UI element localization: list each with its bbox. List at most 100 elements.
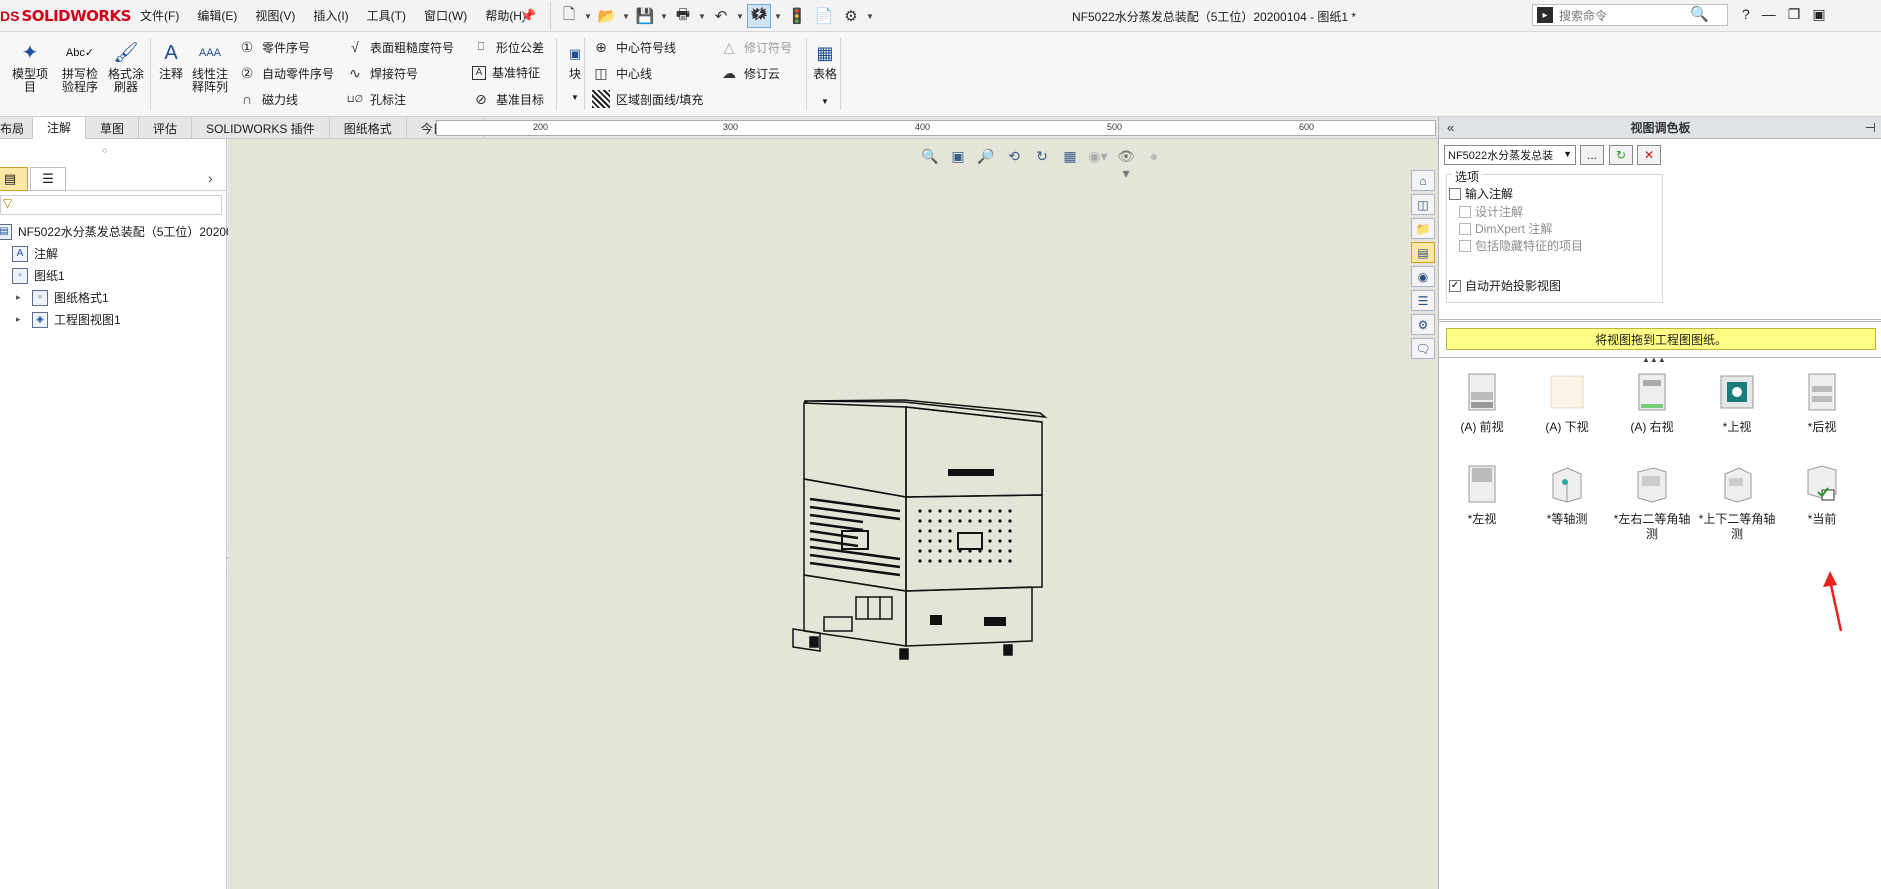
search-icon[interactable]: 🔍 <box>1690 5 1709 23</box>
tab-sheet-format[interactable]: 图纸格式 <box>330 117 407 139</box>
view-palette-icon[interactable]: ▤ <box>1411 242 1435 263</box>
balloon-button[interactable]: ① 零件序号 <box>238 38 310 56</box>
linear-note-pattern-button[interactable]: AAA 线性注 释阵列 <box>192 40 228 94</box>
tree-item-annotations[interactable]: A 注解 <box>12 245 58 262</box>
menu-file[interactable]: 文件(F) <box>140 7 179 24</box>
dimxpert-annotations-checkbox[interactable]: DimXpert 注解 <box>1459 220 1552 237</box>
model-select[interactable]: NF5022水分蒸发总装 ▼ <box>1444 145 1576 165</box>
home-icon[interactable]: ⌂ <box>1411 170 1435 191</box>
view-back[interactable]: *后视 <box>1779 370 1865 435</box>
chevron-down-icon[interactable]: ▼ <box>584 12 592 21</box>
resize-grip-icon[interactable]: ▲▲▲ <box>1642 355 1666 364</box>
tree-filter-input[interactable]: ▽ <box>0 195 222 215</box>
spell-check-button[interactable]: Abc✓ 拼写检 验程序 <box>62 40 98 94</box>
tab-layout[interactable]: 布局 <box>0 117 34 139</box>
expand-arrow-icon[interactable]: ▸ <box>16 314 26 325</box>
view-top[interactable]: *上视 <box>1694 370 1780 435</box>
tree-root[interactable]: ▤ NF5022水分蒸发总装配（5工位）20200 <box>0 223 233 240</box>
center-mark-button[interactable]: ⊕ 中心符号线 <box>592 38 676 56</box>
zoom-to-area-icon[interactable]: ▣ <box>948 148 968 182</box>
redraw-icon[interactable]: ↻ <box>1032 148 1052 182</box>
table-button[interactable]: ▦ 表格 ▼ <box>812 40 838 108</box>
chevron-down-icon[interactable]: ▼ <box>571 91 579 104</box>
menu-window[interactable]: 窗口(W) <box>424 7 467 24</box>
zoom-to-fit-icon[interactable]: 🔍 <box>920 148 940 182</box>
expand-arrow-icon[interactable]: ▸ <box>16 292 26 303</box>
machine-assembly-drawing[interactable] <box>228 139 1438 889</box>
search-commands-input[interactable]: ▸ 搜索命令 🔍 <box>1532 4 1728 26</box>
solidworks-forum-icon[interactable]: ⚙ <box>1411 314 1435 335</box>
chevron-down-icon[interactable]: ▼ <box>774 12 782 21</box>
menu-insert[interactable]: 插入(I) <box>313 7 348 24</box>
hidden-features-checkbox[interactable]: 包括隐藏特征的项目 <box>1459 237 1583 254</box>
datum-target-button[interactable]: ⊘ 基准目标 <box>472 90 544 108</box>
centerline-button[interactable]: ◫ 中心线 <box>592 64 652 82</box>
solidworks-logo[interactable]: DS SOLIDWORKS <box>0 4 131 28</box>
scene-icon[interactable]: ● <box>1144 148 1164 182</box>
file-explorer-icon[interactable]: 📁 <box>1411 218 1435 239</box>
3d-view-icon[interactable]: ▦ <box>1060 148 1080 182</box>
view-bottom[interactable]: (A) 下视 <box>1524 370 1610 435</box>
chevron-down-icon[interactable]: ▼ <box>622 12 630 21</box>
clear-all-icon[interactable]: ✕ <box>1637 145 1661 165</box>
geometric-tolerance-button[interactable]: ⎕ 形位公差 <box>472 38 544 56</box>
auto-balloon-button[interactable]: ② 自动零件序号 <box>238 64 334 82</box>
chat-icon[interactable]: 🗨 <box>1411 338 1435 359</box>
gear-icon[interactable]: ⚙ <box>839 4 863 28</box>
revision-cloud-button[interactable]: ☁ 修订云 <box>720 64 780 82</box>
minimize-icon[interactable]: — <box>1762 6 1776 23</box>
rotate-view-icon[interactable]: ⟲ <box>1004 148 1024 182</box>
menu-view[interactable]: 视图(V) <box>255 7 295 24</box>
view-current[interactable]: *当前 <box>1779 462 1865 527</box>
view-setting-icon[interactable]: 👁▾ <box>1116 148 1136 182</box>
tree-item-sheet1[interactable]: ▫ 图纸1 <box>12 267 65 284</box>
chevron-down-icon[interactable]: ▼ <box>821 95 829 108</box>
pin-menu-icon[interactable]: 📌 <box>520 8 536 24</box>
appearances-icon[interactable]: ◉ <box>1411 266 1435 287</box>
view-front[interactable]: (A) 前视 <box>1439 370 1525 435</box>
hole-callout-button[interactable]: ⊔∅ 孔标注 <box>346 90 406 108</box>
model-items-button[interactable]: ✦ 模型项 目 <box>12 40 48 94</box>
chevron-down-icon[interactable]: ▼ <box>736 12 744 21</box>
chevron-right-icon[interactable]: › <box>208 170 213 186</box>
menu-tools[interactable]: 工具(T) <box>367 7 406 24</box>
new-document-icon[interactable]: 🗋 <box>557 4 581 28</box>
hide-show-items-icon[interactable]: ◉▾ <box>1088 148 1108 182</box>
tab-sketch[interactable]: 草图 <box>86 117 140 139</box>
revision-symbol-button[interactable]: △ 修订符号 <box>720 38 792 56</box>
view-right[interactable]: (A) 右视 <box>1609 370 1695 435</box>
design-annotations-checkbox[interactable]: 设计注解 <box>1459 203 1523 220</box>
auto-projected-view-checkbox[interactable]: ✓ 自动开始投影视图 <box>1449 277 1561 294</box>
pin-panel-icon[interactable]: ⊣ <box>1865 120 1876 136</box>
format-painter-button[interactable]: 🖌 格式涂 刷器 <box>108 40 144 94</box>
select-pointer-icon[interactable]: 🗱 <box>747 4 771 28</box>
chevron-down-icon[interactable]: ▼ <box>698 12 706 21</box>
custom-properties-icon[interactable]: ☰ <box>1411 290 1435 311</box>
tile-icon[interactable]: ▣ <box>1812 6 1825 23</box>
drawing-canvas[interactable]: ⌂ ◫ 📁 ▤ ◉ ☰ ⚙ 🗨 <box>228 139 1438 889</box>
magnetic-line-button[interactable]: ∩ 磁力线 <box>238 90 298 108</box>
view-trimetric[interactable]: *上下二等角轴测 <box>1694 462 1780 542</box>
tab-solidworks-addins[interactable]: SOLIDWORKS 插件 <box>192 117 330 139</box>
zoom-in-out-icon[interactable]: 🔎 <box>976 148 996 182</box>
view-isometric[interactable]: *等轴测 <box>1524 462 1610 527</box>
area-hatch-button[interactable]: 区域剖面线/填充 <box>592 90 703 108</box>
surface-finish-button[interactable]: √ 表面粗糙度符号 <box>346 38 454 56</box>
refresh-icon[interactable]: ↻ <box>1609 145 1633 165</box>
menu-edit[interactable]: 编辑(E) <box>197 7 237 24</box>
property-manager-tab-icon[interactable]: ☰ <box>30 167 66 191</box>
tree-item-sheet-format1[interactable]: ▸ ▫ 图纸格式1 <box>16 289 109 306</box>
chevron-down-icon[interactable]: ▼ <box>660 12 668 21</box>
chevron-down-icon[interactable]: ▼ <box>1563 149 1572 159</box>
chevron-down-icon[interactable]: ▼ <box>866 12 874 21</box>
open-folder-icon[interactable]: 📂 <box>595 4 619 28</box>
tree-item-drawing-view1[interactable]: ▸ ◈ 工程图视图1 <box>16 311 121 328</box>
tab-annotation[interactable]: 注解 <box>33 117 87 139</box>
note-button[interactable]: A 注释 <box>158 40 184 81</box>
feature-tree-tab-icon[interactable]: ▤ <box>0 167 28 191</box>
restore-icon[interactable]: ❐ <box>1788 6 1801 23</box>
datum-feature-button[interactable]: A 基准特征 <box>472 64 540 81</box>
save-icon[interactable]: 💾 <box>633 4 657 28</box>
print-icon[interactable]: 🖶 <box>671 4 695 28</box>
view-dimetric[interactable]: *左右二等角轴测 <box>1609 462 1695 542</box>
